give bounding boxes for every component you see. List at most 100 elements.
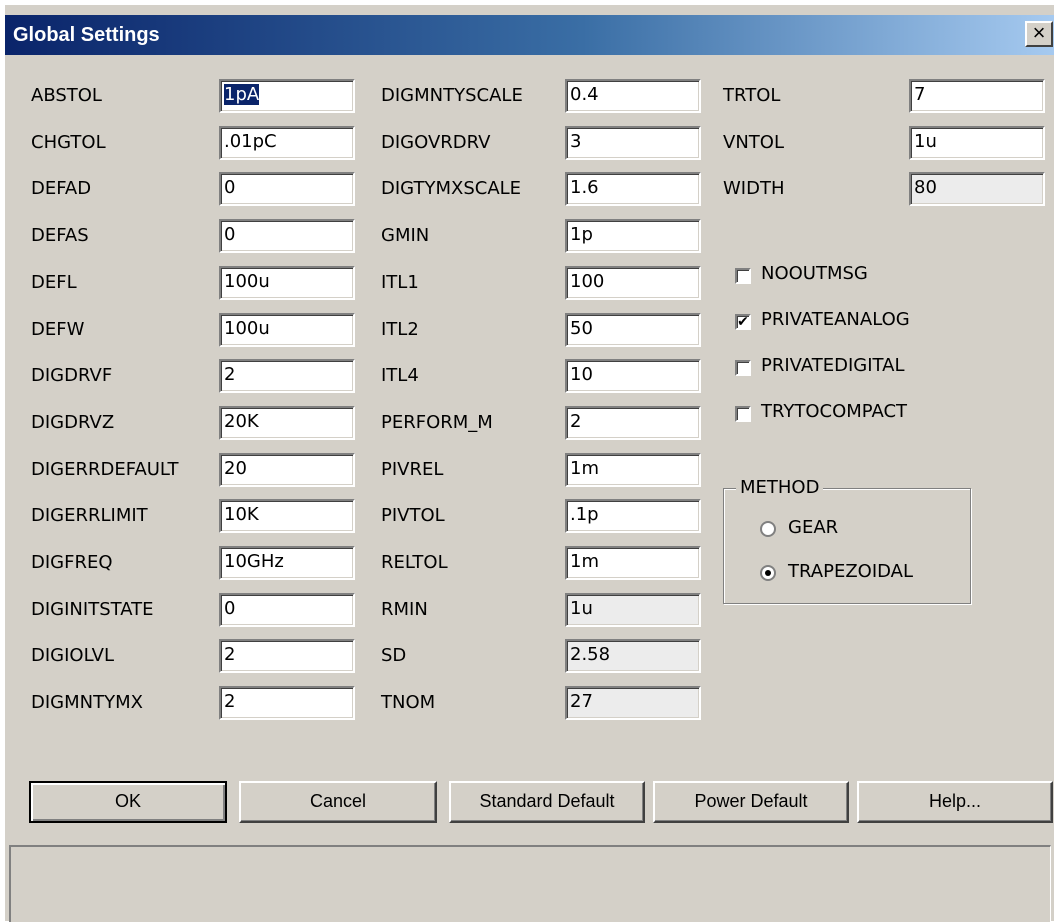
setting-input[interactable]: 2	[219, 359, 355, 394]
setting-value: 1p	[570, 224, 593, 246]
setting-label: DIGMNTYSCALE	[381, 85, 523, 106]
setting-input[interactable]: 0.4	[565, 79, 701, 113]
setting-input[interactable]: .01pC	[219, 125, 355, 160]
setting-input[interactable]: 10K	[219, 499, 355, 534]
setting-value: 7	[914, 84, 926, 105]
setting-value: 2	[570, 410, 582, 432]
setting-input[interactable]: 80	[909, 172, 1045, 207]
setting-input[interactable]: 1m	[565, 452, 701, 487]
cancel-button[interactable]: Cancel	[239, 781, 437, 823]
help-button[interactable]: Help...	[857, 781, 1053, 823]
setting-value: 2	[224, 691, 236, 713]
checkbox[interactable]	[735, 360, 751, 376]
setting-input[interactable]: 1pA	[219, 79, 355, 113]
close-icon[interactable]: ×	[1025, 21, 1053, 47]
setting-input[interactable]: 27	[565, 686, 701, 721]
setting-input[interactable]: 2	[219, 639, 355, 674]
global-settings-dialog: Global Settings × ABSTOL 1pA CHGTOL .01pC DE…	[4, 4, 1054, 922]
ok-button[interactable]: OK	[29, 781, 227, 823]
setting-value: 80	[914, 177, 937, 199]
setting-label: SD	[381, 645, 407, 667]
setting-value: 3	[570, 130, 582, 152]
setting-value: 100u	[224, 270, 270, 292]
setting-label: ITL4	[381, 365, 419, 387]
setting-value: 2.58	[570, 644, 611, 666]
setting-label: DIGDRVF	[31, 365, 113, 387]
setting-value: 1pA	[224, 84, 260, 105]
setting-value: 10K	[224, 504, 259, 526]
setting-input[interactable]: 1m	[565, 546, 701, 580]
checkbox-label[interactable]: PRIVATEDIGITAL	[761, 355, 904, 376]
setting-value: 100u	[224, 317, 270, 339]
setting-input[interactable]: 1u	[565, 592, 701, 627]
setting-input[interactable]: 2.58	[565, 639, 701, 674]
setting-value: 1m	[570, 457, 599, 479]
setting-label: TRTOL	[723, 85, 781, 106]
setting-input[interactable]: 50	[565, 312, 701, 347]
setting-value: 1m	[570, 551, 599, 572]
setting-label: ITL2	[381, 318, 419, 340]
setting-value: 1.6	[570, 177, 599, 199]
setting-value: 1u	[570, 597, 593, 619]
checkbox[interactable]	[735, 268, 751, 284]
setting-input[interactable]: 2	[219, 686, 355, 721]
setting-input[interactable]: 3	[565, 125, 701, 160]
setting-label: PERFORM_M	[381, 411, 493, 433]
setting-label: CHGTOL	[31, 131, 106, 153]
setting-value: 2	[224, 644, 236, 666]
setting-label: TNOM	[381, 692, 436, 714]
setting-input[interactable]: 7	[909, 79, 1045, 113]
setting-input[interactable]: 10	[565, 359, 701, 394]
power-default-button[interactable]: Power Default	[653, 781, 849, 823]
window-title: Global Settings	[13, 24, 160, 46]
setting-input[interactable]: 100u	[219, 312, 355, 347]
setting-input[interactable]: 0	[219, 172, 355, 207]
checkbox[interactable]: ✔	[735, 314, 751, 330]
setting-input[interactable]: 1u	[909, 125, 1045, 160]
setting-value: 1u	[914, 130, 937, 152]
checkbox-label[interactable]: PRIVATEANALOG	[761, 309, 910, 330]
setting-value: .01pC	[224, 130, 277, 152]
setting-label: DIGOVRDRV	[381, 131, 491, 153]
setting-label: DIGFREQ	[31, 552, 113, 573]
checkbox[interactable]	[735, 406, 751, 422]
radio-button[interactable]	[760, 521, 776, 537]
radio-button[interactable]	[760, 565, 776, 581]
setting-value: 27	[570, 691, 593, 713]
method-groupbox: METHOD GEAR TRAPEZOIDAL	[723, 477, 971, 604]
setting-label: DIGDRVZ	[31, 411, 115, 433]
setting-value: 20K	[224, 410, 259, 432]
setting-label: DEFAS	[31, 225, 89, 247]
setting-value: 10GHz	[224, 551, 284, 572]
setting-label: GMIN	[381, 225, 430, 247]
setting-input[interactable]: 20	[219, 452, 355, 487]
setting-input[interactable]: 1.6	[565, 172, 701, 207]
setting-input[interactable]: 10GHz	[219, 546, 355, 580]
setting-input[interactable]: 0	[219, 592, 355, 627]
checkbox-label[interactable]: TRYTOCOMPACT	[761, 401, 907, 422]
method-legend: METHOD	[736, 477, 824, 498]
setting-value: 0.4	[570, 84, 599, 105]
setting-value: 0	[224, 224, 236, 246]
checkbox-label[interactable]: NOOUTMSG	[761, 263, 868, 284]
title-bar[interactable]: Global Settings ×	[5, 15, 1054, 55]
setting-input[interactable]: 2	[565, 405, 701, 440]
setting-input[interactable]: 0	[219, 219, 355, 254]
setting-label: DIGINITSTATE	[31, 598, 154, 620]
radio-label[interactable]: GEAR	[788, 517, 838, 538]
setting-input[interactable]: .1p	[565, 499, 701, 534]
setting-label: DEFAD	[31, 178, 92, 200]
radio-label[interactable]: TRAPEZOIDAL	[788, 561, 913, 582]
setting-input[interactable]: 100	[565, 265, 701, 300]
setting-input[interactable]: 1p	[565, 219, 701, 254]
setting-value: 0	[224, 177, 236, 199]
setting-input[interactable]: 100u	[219, 265, 355, 300]
status-panel	[9, 845, 1051, 922]
setting-label: DIGTYMXSCALE	[381, 178, 522, 200]
setting-value: 100	[570, 270, 605, 292]
setting-input[interactable]: 20K	[219, 405, 355, 440]
standard-default-button[interactable]: Standard Default	[449, 781, 645, 823]
setting-label: RELTOL	[381, 552, 448, 573]
setting-label: PIVREL	[381, 458, 444, 480]
setting-value: 10	[570, 364, 593, 386]
